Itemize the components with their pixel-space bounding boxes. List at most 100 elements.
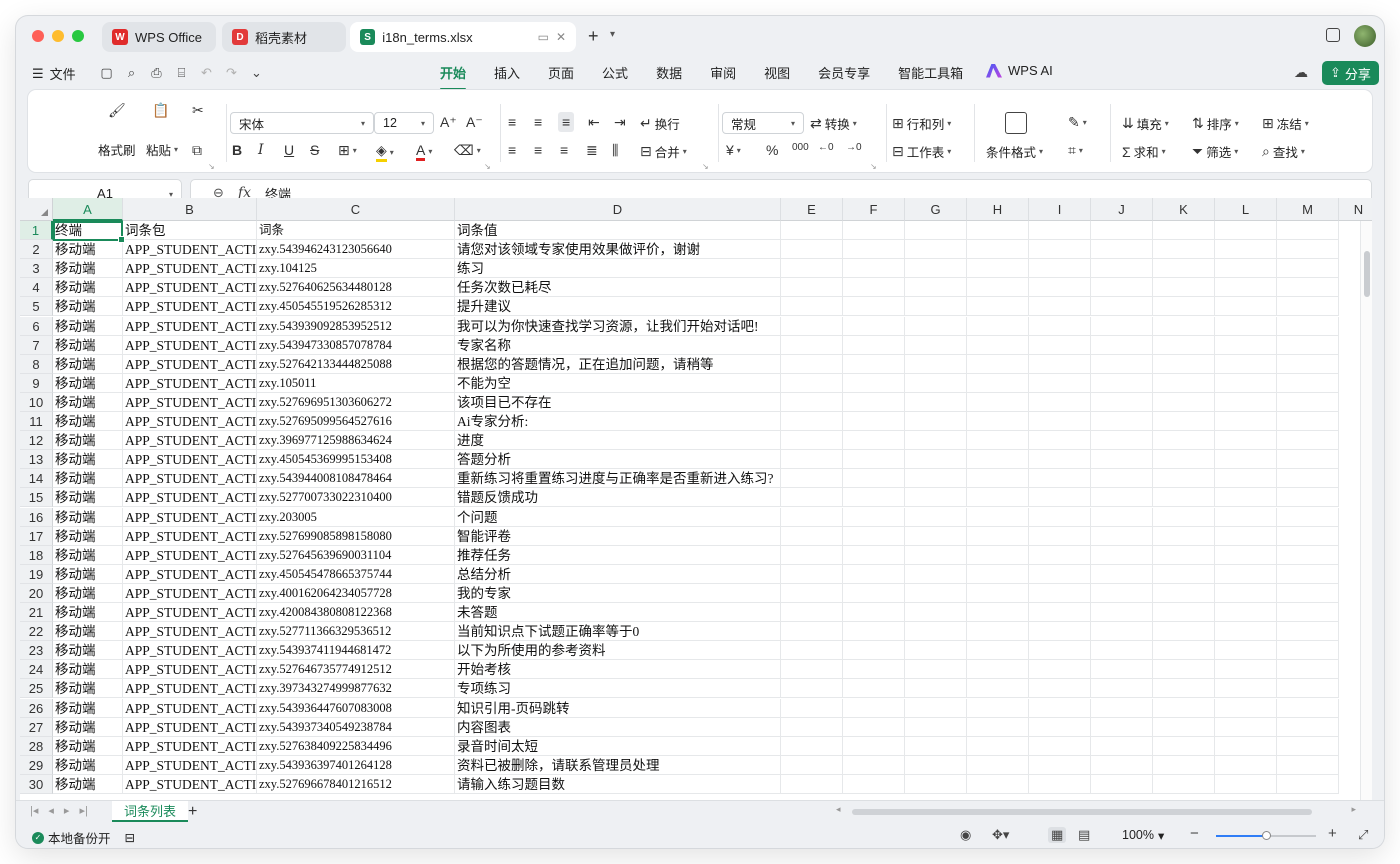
table-cell[interactable]	[1215, 240, 1277, 260]
table-cell[interactable]: 移动端	[53, 622, 123, 642]
table-cell[interactable]	[781, 259, 843, 279]
table-cell[interactable]	[1091, 412, 1153, 431]
table-cell[interactable]	[905, 736, 967, 756]
horizontal-scrollbar[interactable]: ◂ ▸	[836, 804, 1356, 817]
table-cell[interactable]: APP_STUDENT_ACTI	[123, 774, 257, 794]
row-header[interactable]: 3	[20, 259, 53, 279]
table-cell[interactable]	[1153, 717, 1215, 737]
table-cell[interactable]	[1153, 412, 1215, 431]
table-cell[interactable]: 移动端	[53, 335, 123, 355]
format-painter-icon[interactable]: 🖌	[108, 102, 126, 119]
table-cell[interactable]	[843, 564, 905, 584]
table-cell[interactable]	[967, 221, 1029, 240]
table-cell[interactable]: zxy.527646735774912512	[257, 660, 455, 680]
table-cell[interactable]: APP_STUDENT_ACTI	[123, 354, 257, 374]
table-cell[interactable]	[1091, 526, 1153, 546]
table-cell[interactable]: APP_STUDENT_ACTI	[123, 698, 257, 718]
table-cell[interactable]	[1215, 335, 1277, 355]
table-cell[interactable]	[1153, 450, 1215, 470]
table-cell[interactable]: zxy.527695099564527616	[257, 412, 455, 431]
table-cell[interactable]	[1277, 450, 1339, 470]
increase-font-icon[interactable]: A⁺	[440, 114, 457, 131]
row-header[interactable]: 28	[20, 736, 53, 756]
tab-docer[interactable]: D 稻壳素材	[222, 22, 346, 52]
table-cell[interactable]	[1153, 373, 1215, 393]
share-button[interactable]: ⇪ 分享	[1322, 61, 1379, 85]
table-cell[interactable]	[1215, 717, 1277, 737]
row-header[interactable]: 15	[20, 488, 53, 508]
table-cell[interactable]	[781, 431, 843, 451]
table-cell[interactable]	[1091, 240, 1153, 260]
table-cell[interactable]	[843, 717, 905, 737]
table-cell[interactable]	[781, 278, 843, 298]
tab-home[interactable]: 开始	[426, 63, 480, 90]
decrease-indent-icon[interactable]: ⇤	[588, 114, 600, 131]
table-cell[interactable]	[967, 450, 1029, 470]
zoom-slider-knob[interactable]	[1262, 831, 1271, 840]
table-cell[interactable]: 移动端	[53, 774, 123, 794]
table-cell[interactable]	[1091, 431, 1153, 451]
table-cell[interactable]	[905, 755, 967, 775]
table-cell[interactable]: zxy.420084380808122368	[257, 603, 455, 622]
table-cell[interactable]	[905, 373, 967, 393]
row-header[interactable]: 5	[20, 297, 53, 317]
table-cell[interactable]	[1091, 641, 1153, 661]
table-cell[interactable]	[781, 583, 843, 603]
table-cell[interactable]: 智能评卷	[455, 526, 781, 546]
table-cell[interactable]	[1153, 583, 1215, 603]
spreadsheet-grid[interactable]: A B C D E F G H I J K L M N 1 终端 词条包 词条 词条值 2 移动端 APP_STUDENT…	[20, 198, 1372, 800]
table-cell[interactable]	[781, 755, 843, 775]
tab-smart-toolbox[interactable]: 智能工具箱	[884, 63, 977, 85]
table-cell[interactable]	[905, 278, 967, 298]
table-cell[interactable]	[1153, 221, 1215, 240]
row-header[interactable]: 18	[20, 545, 53, 565]
table-cell[interactable]: 该项目已不存在	[455, 392, 781, 412]
scroll-left-icon[interactable]: ◂	[836, 804, 841, 815]
table-cell[interactable]	[1277, 641, 1339, 661]
table-cell[interactable]	[967, 373, 1029, 393]
table-cell[interactable]: 移动端	[53, 316, 123, 336]
table-cell[interactable]	[967, 622, 1029, 642]
table-cell[interactable]	[967, 660, 1029, 680]
align-bottom-icon[interactable]: ≡	[558, 112, 575, 132]
table-cell[interactable]	[1091, 698, 1153, 718]
align-center-icon[interactable]: ≡	[534, 142, 542, 158]
table-cell[interactable]	[843, 354, 905, 374]
table-cell[interactable]	[1029, 583, 1091, 603]
table-cell[interactable]	[967, 717, 1029, 737]
table-cell[interactable]	[1091, 316, 1153, 336]
table-cell[interactable]	[781, 392, 843, 412]
table-cell[interactable]	[1277, 354, 1339, 374]
table-cell[interactable]: zxy.543937411944681472	[257, 641, 455, 661]
table-cell[interactable]	[1153, 392, 1215, 412]
table-cell[interactable]: 移动端	[53, 431, 123, 451]
table-cell[interactable]	[1277, 297, 1339, 317]
table-cell[interactable]	[1215, 583, 1277, 603]
table-cell[interactable]	[967, 603, 1029, 622]
table-cell[interactable]	[1215, 488, 1277, 508]
table-cell[interactable]	[1029, 641, 1091, 661]
worksheet-button[interactable]: ⊟ 工作表 ▾	[892, 142, 951, 161]
table-cell[interactable]	[1277, 240, 1339, 260]
table-cell[interactable]	[905, 717, 967, 737]
table-cell[interactable]: 词条	[257, 221, 455, 240]
table-cell[interactable]	[1091, 545, 1153, 565]
table-cell[interactable]	[1215, 316, 1277, 336]
save-icon[interactable]: ▢	[98, 64, 115, 81]
table-cell[interactable]: 移动端	[53, 564, 123, 584]
table-cell[interactable]: 移动端	[53, 373, 123, 393]
table-cell[interactable]	[1215, 412, 1277, 431]
table-cell[interactable]: 请您对该领域专家使用效果做评价，谢谢	[455, 240, 781, 260]
table-cell[interactable]: 移动端	[53, 717, 123, 737]
table-cell[interactable]	[967, 354, 1029, 374]
prev-sheet-icon[interactable]: ◂	[48, 804, 54, 817]
tab-i18n-terms[interactable]: S i18n_terms.xlsx ▭ ✕	[350, 22, 576, 52]
column-header-l[interactable]: L	[1215, 198, 1277, 221]
decrease-decimal-icon[interactable]: →0	[846, 142, 862, 153]
table-cell[interactable]	[781, 335, 843, 355]
align-right-icon[interactable]: ≡	[560, 142, 568, 158]
table-cell[interactable]	[1091, 755, 1153, 775]
table-cell[interactable]: zxy.104125	[257, 259, 455, 279]
table-cell[interactable]	[967, 240, 1029, 260]
row-header[interactable]: 4	[20, 278, 53, 298]
